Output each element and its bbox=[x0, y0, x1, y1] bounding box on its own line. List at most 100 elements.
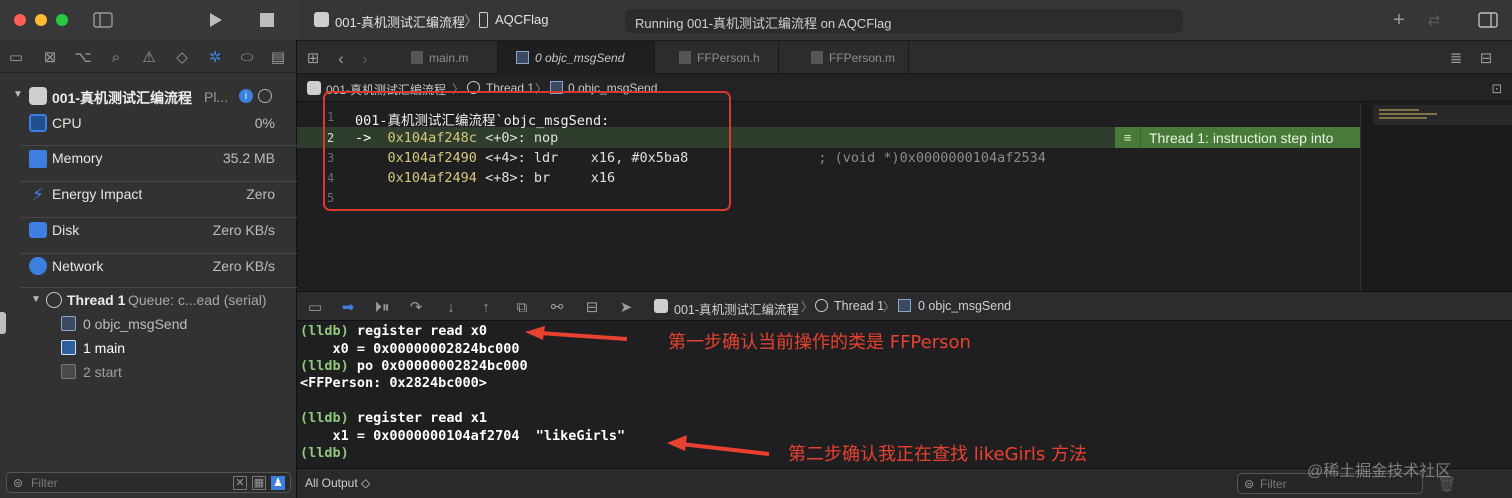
step-out-icon[interactable]: ↑ bbox=[478, 299, 494, 315]
gauge-value: 0% bbox=[254, 115, 275, 131]
activity-status: Running 001-真机测试汇编流程 on AQCFlag bbox=[635, 16, 892, 31]
process-name: 001-真机测试汇编流程 bbox=[52, 90, 193, 106]
debug-navigator: ▭ ⊠ ⌥ ⌕ ⚠ ◇ ✲ ⬭ ▤ ▼ 001-真机测试汇编流程 Pl... i… bbox=[0, 0, 297, 498]
gauge-value: Zero bbox=[246, 186, 275, 202]
file-icon bbox=[679, 51, 691, 64]
console-status-bar: All Output ◇ ⊜ Filter 🗑 @稀土掘金技术社区 bbox=[297, 463, 1512, 498]
disclosure-open-icon[interactable]: ▼ bbox=[12, 89, 24, 101]
list-item[interactable]: 1 main bbox=[0, 336, 297, 360]
info-icon[interactable]: i bbox=[239, 89, 253, 103]
hide-debug-area-icon[interactable]: ▭ bbox=[307, 299, 323, 315]
gauge-memory[interactable]: Memory 35.2 MB bbox=[0, 146, 297, 176]
gauge-value: 35.2 MB bbox=[222, 150, 275, 166]
gauge-network[interactable]: Network Zero KB/s bbox=[0, 254, 297, 284]
console-text: x1 = 0x0000000104af2704 "likeGirls" bbox=[300, 428, 626, 444]
scheme-selector[interactable]: 001-真机测试汇编流程 bbox=[335, 12, 465, 31]
step-into-icon[interactable]: ↓ bbox=[443, 299, 459, 315]
chevron-right-icon: 〉 bbox=[801, 300, 814, 314]
filter-icon: ⊜ bbox=[12, 476, 24, 490]
simulate-location-icon[interactable]: ➤ bbox=[618, 299, 634, 315]
process-suffix: Pl... bbox=[204, 89, 229, 105]
view-hierarchy-icon[interactable]: ⧉ bbox=[514, 299, 530, 315]
editor-options-icon[interactable]: ≣ bbox=[1447, 50, 1465, 66]
zoom-window-button[interactable] bbox=[56, 14, 68, 26]
tab-objc-msgsend[interactable]: 0 objc_msgSend bbox=[498, 41, 655, 74]
splitter-handle[interactable] bbox=[0, 312, 6, 334]
console-text: register read x1 bbox=[356, 410, 487, 426]
iphone-icon bbox=[479, 12, 488, 28]
thread-title: Thread 1 bbox=[67, 292, 126, 308]
output-selector[interactable]: All Output ◇ bbox=[305, 476, 370, 490]
console-line: (lldb) po 0x00000002824bc000 bbox=[300, 358, 528, 374]
source-editor[interactable]: 1 001-真机测试汇编流程`objc_msgSend: 2 -> 0x104a… bbox=[297, 91, 1512, 290]
navigator-filter-field[interactable]: ⊜ Filter ✕ ▦ ♟ bbox=[6, 472, 291, 493]
search-icon[interactable]: ⌕ bbox=[106, 49, 126, 65]
debug-bar-thread[interactable]: Thread 1 bbox=[834, 299, 884, 313]
debug-navigator-icon[interactable]: ✲ bbox=[205, 49, 225, 65]
frame-label: 0 objc_msgSend bbox=[83, 316, 188, 332]
symbol-icon[interactable]: ⌥ bbox=[73, 49, 93, 65]
inspector-toggle-icon[interactable] bbox=[1477, 10, 1499, 30]
source-control-icon[interactable]: ⊠ bbox=[40, 49, 60, 65]
annotation-step-two: 第二步确认我正在查找 likeGirls 方法 bbox=[788, 444, 1088, 465]
report-icon[interactable]: ▤ bbox=[268, 49, 288, 65]
frame-label: 1 main bbox=[83, 340, 126, 356]
gauge-list: CPU 0% Memory 35.2 MB ⚡ Energy Impact Ze… bbox=[0, 108, 297, 288]
step-annotation[interactable]: ≡ Thread 1: instruction step into bbox=[1115, 127, 1360, 148]
frame-icon bbox=[898, 299, 911, 312]
minimize-window-button[interactable] bbox=[35, 14, 47, 26]
tab-ffperson-h[interactable]: FFPerson.h bbox=[655, 41, 779, 74]
add-icon[interactable]: + bbox=[1389, 10, 1409, 30]
test-icon[interactable]: ◇ bbox=[172, 49, 192, 65]
gauge-label: Energy Impact bbox=[52, 186, 143, 202]
forward-icon[interactable]: › bbox=[358, 50, 372, 67]
filter-option-icon[interactable]: ▦ bbox=[252, 476, 266, 490]
grid-icon[interactable]: ⊞ bbox=[305, 50, 321, 66]
sidebar-toggle-icon[interactable] bbox=[92, 10, 114, 30]
folder-icon[interactable]: ▭ bbox=[6, 49, 26, 65]
lldb-console[interactable]: (lldb) register read x0 x0 = 0x000000028… bbox=[297, 322, 1512, 467]
thread-queue: Queue: c...ead (serial) bbox=[128, 292, 267, 308]
filter-option-icon[interactable]: ✕ bbox=[233, 476, 247, 490]
minimap-viewport[interactable] bbox=[1373, 105, 1512, 125]
step-over-icon[interactable]: ↷ bbox=[408, 299, 424, 315]
disclosure-open-icon[interactable]: ▼ bbox=[30, 294, 42, 306]
gauge-energy[interactable]: ⚡ Energy Impact Zero bbox=[0, 182, 297, 212]
split-editor-icon[interactable]: ⊟ bbox=[1477, 50, 1495, 66]
debug-bar-project[interactable]: 001-真机测试汇编流程 bbox=[674, 299, 799, 318]
memory-graph-icon[interactable]: ⚯ bbox=[549, 299, 565, 315]
minimap[interactable] bbox=[1360, 103, 1512, 290]
debug-bar-frame[interactable]: 0 objc_msgSend bbox=[918, 299, 1011, 313]
gauge-disk[interactable]: Disk Zero KB/s bbox=[0, 218, 297, 248]
swap-icon[interactable]: ⇄ bbox=[1423, 10, 1445, 30]
filter-icon: ⊜ bbox=[1243, 477, 1255, 491]
tab-main-m[interactable]: main.m bbox=[399, 41, 498, 74]
app-icon bbox=[29, 87, 47, 105]
close-window-button[interactable] bbox=[14, 14, 26, 26]
device-selector[interactable]: AQCFlag bbox=[495, 12, 548, 27]
continue-icon[interactable]: ⏵⏸ bbox=[373, 299, 391, 315]
stop-icon[interactable] bbox=[256, 10, 278, 30]
frame-label: 2 start bbox=[83, 364, 122, 380]
run-icon[interactable] bbox=[204, 10, 226, 30]
warning-icon[interactable]: ⚠ bbox=[139, 49, 159, 65]
lldb-prompt: (lldb) bbox=[300, 445, 349, 461]
back-icon[interactable]: ‹ bbox=[334, 50, 348, 67]
list-item[interactable]: 0 objc_msgSend bbox=[0, 312, 297, 336]
list-item[interactable]: 2 start bbox=[0, 360, 297, 384]
console-line: (lldb) register read x0 bbox=[300, 323, 487, 339]
gauge-cpu[interactable]: CPU 0% bbox=[0, 110, 297, 140]
process-row[interactable]: ▼ 001-真机测试汇编流程 Pl... i bbox=[0, 84, 297, 108]
xcode-window: ▭ ⊠ ⌥ ⌕ ⚠ ◇ ✲ ⬭ ▤ ▼ 001-真机测试汇编流程 Pl... i… bbox=[0, 0, 1512, 498]
tab-ffperson-m[interactable]: FFPerson.m bbox=[779, 41, 909, 74]
console-line: x1 = 0x0000000104af2704 "likeGirls" bbox=[300, 428, 626, 444]
breakpoint-icon[interactable]: ⬭ bbox=[237, 49, 257, 65]
breakpoints-toggle-icon[interactable]: ➡ bbox=[339, 299, 357, 315]
thread-icon bbox=[46, 292, 62, 308]
thread-row[interactable]: ▼ Thread 1 Queue: c...ead (serial) bbox=[0, 288, 297, 312]
disk-icon bbox=[29, 222, 47, 238]
filter-option-icon[interactable]: ♟ bbox=[271, 476, 285, 490]
related-items-icon[interactable]: ⊡ bbox=[1489, 80, 1505, 96]
environment-overrides-icon[interactable]: ⊟ bbox=[584, 299, 600, 315]
editor-area: 001-真机测试汇编流程 〉 AQCFlag Running 001-真机测试汇… bbox=[297, 0, 1512, 498]
